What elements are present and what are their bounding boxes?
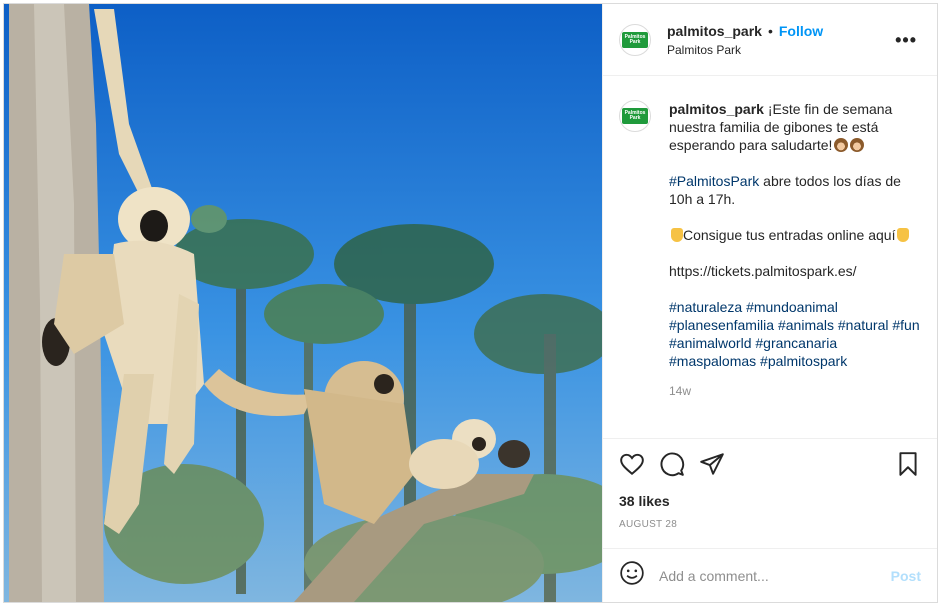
comment-box: Post	[603, 548, 937, 602]
hashtag-link[interactable]: #fun	[892, 317, 919, 333]
pointing-hand-emoji-icon	[897, 228, 910, 242]
hashtag-link[interactable]: #planesenfamilia	[669, 317, 774, 333]
emoji-icon[interactable]	[619, 560, 645, 591]
separator-dot: •	[767, 22, 773, 39]
header-username[interactable]: palmitos_park	[667, 23, 762, 39]
action-bar: 38 likes AUGUST 28	[603, 438, 937, 548]
hashtag-link[interactable]: #PalmitosPark	[669, 173, 759, 189]
monkey-emoji-icon	[834, 138, 849, 152]
gibbon-photo	[4, 4, 602, 602]
post-image[interactable]	[4, 4, 602, 602]
header-text: palmitos_park • Follow Palmitos Park	[667, 23, 823, 57]
post-header: Palmitos Park palmitos_park • Follow Pal…	[603, 4, 937, 76]
pointing-hand-emoji-icon	[671, 228, 683, 242]
likes-count[interactable]: 38 likes	[619, 493, 921, 509]
heart-icon[interactable]	[619, 451, 645, 482]
comment-icon[interactable]	[659, 451, 685, 482]
post-date: AUGUST 28	[619, 519, 678, 530]
hashtag-link[interactable]: #mundoanimal	[746, 299, 838, 315]
caption-line3: Consigue tus entradas online aquí	[683, 227, 896, 243]
hashtag-link[interactable]: #natural	[838, 317, 889, 333]
ticket-link[interactable]: https://tickets.palmitospark.es/	[669, 263, 857, 279]
comment-input[interactable]	[659, 567, 891, 584]
hashtag-link[interactable]: #animalworld	[669, 335, 751, 351]
hashtag-link[interactable]: #maspalomas	[669, 353, 756, 369]
monkey-emoji-icon	[850, 138, 865, 152]
hashtag-link[interactable]: #animals	[778, 317, 834, 333]
post-timestamp[interactable]: 14w	[669, 382, 921, 400]
hashtag-link[interactable]: #naturaleza	[669, 299, 742, 315]
post-dialog: Palmitos Park palmitos_park • Follow Pal…	[3, 3, 938, 603]
more-options-icon[interactable]: •••	[895, 30, 917, 51]
post-panel: Palmitos Park palmitos_park • Follow Pal…	[602, 4, 937, 602]
post-comment-button[interactable]: Post	[891, 568, 921, 584]
hashtag-link[interactable]: #grancanaria	[755, 335, 837, 351]
hashtag-link[interactable]: #palmitospark	[760, 353, 847, 369]
brand-logo: Palmitos Park	[622, 108, 648, 124]
avatar[interactable]: Palmitos Park	[619, 23, 651, 56]
caption-section: Palmitos Park palmitos_park ¡Este fin de…	[603, 76, 937, 438]
brand-logo: Palmitos Park	[622, 31, 648, 48]
caption-text: palmitos_park ¡Este fin de semana nuestr…	[669, 100, 921, 400]
caption-avatar[interactable]: Palmitos Park	[619, 100, 651, 132]
location-link[interactable]: Palmitos Park	[667, 43, 823, 57]
caption-username[interactable]: palmitos_park	[669, 101, 764, 117]
follow-button[interactable]: Follow	[779, 23, 823, 39]
share-icon[interactable]	[699, 451, 725, 482]
bookmark-icon[interactable]	[895, 451, 921, 482]
